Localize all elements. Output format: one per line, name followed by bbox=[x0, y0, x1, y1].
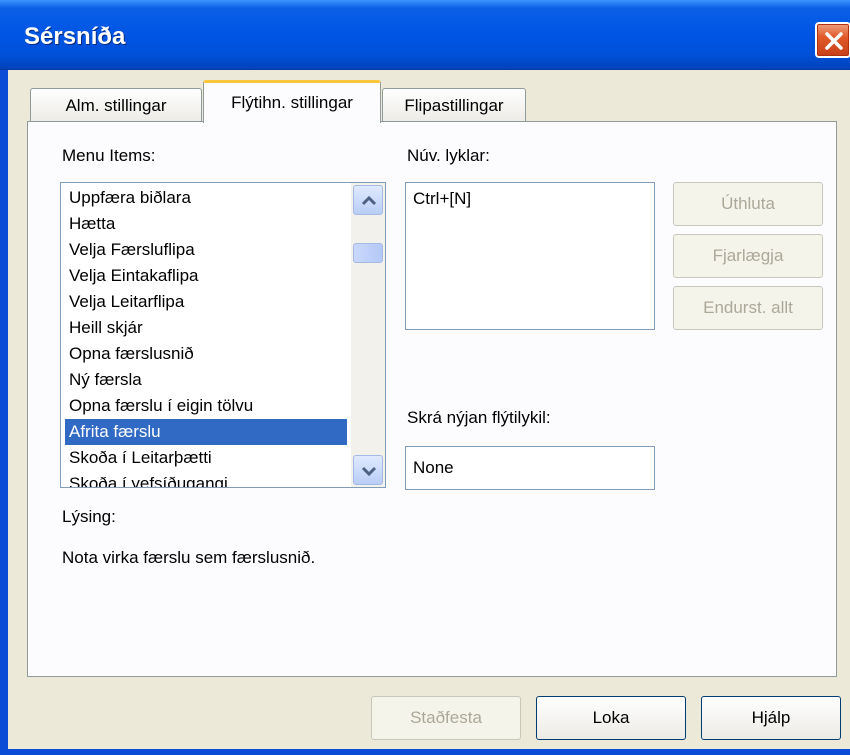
list-item[interactable]: Skoða í yefsíðugangi bbox=[65, 471, 347, 487]
close-button-label: Loka bbox=[592, 708, 630, 727]
list-item[interactable]: Opna færslusnið bbox=[65, 341, 347, 367]
list-item[interactable]: Skoða í Leitarþætti bbox=[65, 445, 347, 471]
confirm-button-label: Staðfesta bbox=[410, 708, 482, 727]
scroll-up-button[interactable] bbox=[353, 185, 383, 215]
chevron-down-icon bbox=[361, 466, 377, 477]
current-keys-box[interactable]: Ctrl+[N] bbox=[405, 182, 655, 330]
scroll-down-button[interactable] bbox=[353, 455, 383, 485]
help-button-label: Hjálp bbox=[751, 708, 791, 727]
list-item[interactable]: Velja Leitarflipa bbox=[65, 289, 347, 315]
vertical-scrollbar[interactable] bbox=[351, 183, 385, 487]
remove-button[interactable]: Fjarlægja bbox=[673, 234, 823, 278]
new-shortcut-value: None bbox=[413, 458, 454, 477]
current-keys-value: Ctrl+[N] bbox=[413, 189, 472, 208]
tab-label: Flýtihn. stillingar bbox=[231, 93, 353, 112]
current-keys-label: Núv. lyklar: bbox=[407, 146, 490, 165]
tab-general-settings[interactable]: Alm. stillingar bbox=[30, 88, 202, 122]
list-item[interactable]: Hætta bbox=[65, 211, 347, 237]
description-text: Nota virka færslu sem færslusnið. bbox=[62, 548, 316, 567]
list-item[interactable]: Velja Eintakaflipa bbox=[65, 263, 347, 289]
assign-button-label: Úthluta bbox=[721, 194, 775, 213]
tab-label: Alm. stillingar bbox=[65, 95, 167, 115]
tab-shortcut-settings[interactable]: Flýtihn. stillingar bbox=[203, 80, 381, 123]
scroll-thumb[interactable] bbox=[353, 243, 383, 263]
description-label: Lýsing: bbox=[62, 507, 116, 526]
chevron-up-icon bbox=[361, 195, 377, 206]
remove-button-label: Fjarlægja bbox=[712, 246, 784, 265]
list-item[interactable]: Velja Færsluflipa bbox=[65, 237, 347, 263]
new-shortcut-input[interactable]: None bbox=[405, 446, 655, 490]
list-item[interactable]: Opna færslu í eigin tölvu bbox=[65, 393, 347, 419]
close-icon bbox=[825, 32, 843, 50]
window-title: Sérsníða bbox=[24, 23, 126, 50]
reset-all-button[interactable]: Endurst. allt bbox=[673, 286, 823, 330]
reset-all-button-label: Endurst. allt bbox=[703, 298, 793, 317]
tab-tab-settings[interactable]: Flipastillingar bbox=[382, 88, 526, 122]
help-button[interactable]: Hjálp bbox=[701, 696, 841, 740]
window-frame-left bbox=[0, 70, 8, 755]
tab-label: Flipastillingar bbox=[404, 95, 504, 115]
list-item-selected[interactable]: Afrita færslu bbox=[65, 419, 347, 445]
window-frame-bottom bbox=[0, 749, 850, 755]
list-item[interactable]: Ný færsla bbox=[65, 367, 347, 393]
menu-items-label: Menu Items: bbox=[62, 146, 156, 165]
menu-items-list[interactable]: Uppfæra biðlara Hætta Velja Færsluflipa … bbox=[60, 182, 386, 488]
close-window-button[interactable] bbox=[815, 22, 850, 58]
close-button[interactable]: Loka bbox=[536, 696, 686, 740]
customize-dialog: Sérsníða Alm. stillingar Flýtihn. stilli… bbox=[0, 0, 850, 755]
assign-button[interactable]: Úthluta bbox=[673, 182, 823, 226]
list-item[interactable]: Heill skjár bbox=[65, 315, 347, 341]
list-item[interactable]: Uppfæra biðlara bbox=[65, 185, 347, 211]
title-bar[interactable]: Sérsníða bbox=[0, 0, 850, 70]
new-shortcut-label: Skrá nýjan flýtilykil: bbox=[407, 408, 551, 427]
confirm-button[interactable]: Staðfesta bbox=[371, 696, 521, 740]
